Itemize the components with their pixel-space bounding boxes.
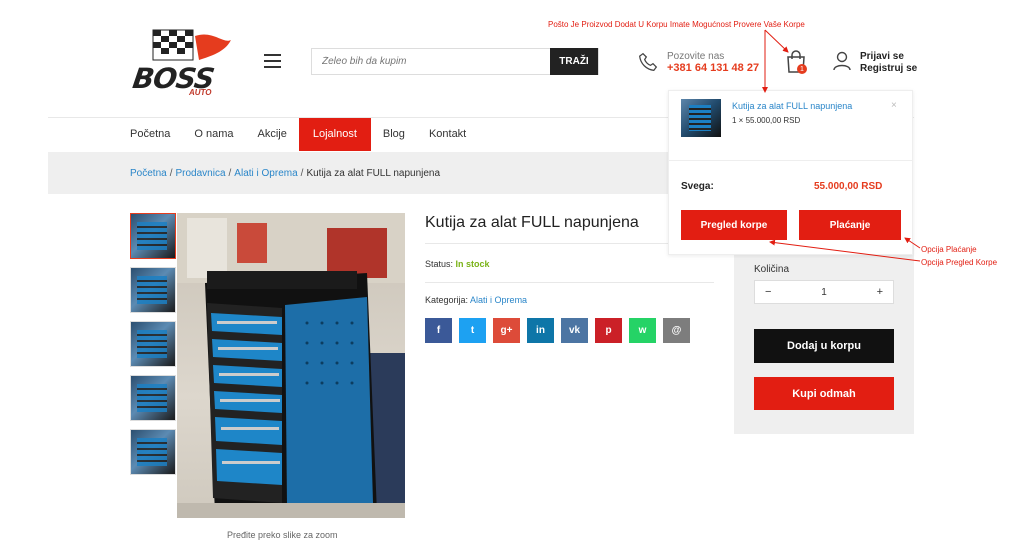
- arrow-to-view-cart: [769, 239, 921, 262]
- arrow-to-checkout: [904, 237, 921, 249]
- arrow-to-cart-icon: [764, 29, 789, 53]
- annotation-arrows: [762, 29, 921, 262]
